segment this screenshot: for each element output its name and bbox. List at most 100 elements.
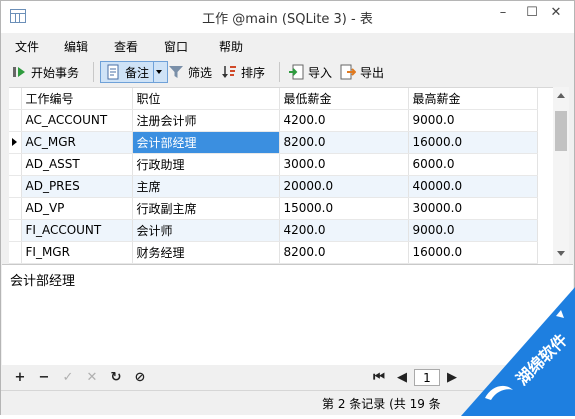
filter-button[interactable]: 筛选: [168, 61, 212, 83]
toolbar-separator: [93, 62, 94, 82]
row-indicator[interactable]: [9, 197, 22, 220]
table-cell[interactable]: 注册会计师: [132, 109, 280, 132]
table-row[interactable]: AC_ACCOUNT 注册会计师 4200.0 9000.0: [9, 109, 538, 132]
apply-changes-icon[interactable]: ✓: [60, 370, 76, 386]
scroll-up-icon[interactable]: [557, 93, 565, 98]
table-cell[interactable]: 4200.0: [279, 109, 409, 132]
export-label: 导出: [360, 65, 385, 80]
row-indicator[interactable]: [9, 153, 22, 176]
first-page-icon[interactable]: ⏮: [371, 370, 387, 386]
table-cell[interactable]: 8200.0: [279, 241, 409, 264]
app-window: 工作 @main (SQLite 3) - 表 – ☐ ✕ 文件 编辑 查看 窗…: [0, 0, 575, 416]
table-row[interactable]: AD_PRES 主席 20000.0 40000.0: [9, 175, 538, 198]
table-cell[interactable]: 9000.0: [408, 109, 538, 132]
table-cell[interactable]: AD_ASST: [21, 153, 133, 176]
table-cell[interactable]: 主席: [132, 175, 280, 198]
menu-help[interactable]: 帮助: [219, 38, 243, 55]
filter-icon: [168, 64, 184, 80]
table-cell[interactable]: 3000.0: [279, 153, 409, 176]
begin-transaction-button[interactable]: 开始事务: [11, 61, 79, 83]
page-number-input[interactable]: 1: [414, 369, 440, 386]
table-cell[interactable]: 15000.0: [279, 197, 409, 220]
export-icon: [340, 64, 357, 80]
row-indicator[interactable]: [9, 241, 22, 264]
row-indicator[interactable]: [9, 175, 22, 198]
column-header[interactable]: 职位: [132, 88, 280, 110]
table-cell[interactable]: 16000.0: [408, 241, 538, 264]
column-header[interactable]: 最高薪金: [408, 88, 538, 110]
export-button[interactable]: 导出: [340, 61, 384, 83]
status-bar: 第 2 条记录 (共 19 条: [1, 390, 574, 415]
table-cell[interactable]: 行政副主席: [132, 197, 280, 220]
menu-file[interactable]: 文件: [15, 38, 39, 55]
import-button[interactable]: 导入: [288, 61, 332, 83]
discard-changes-icon[interactable]: ✕: [84, 370, 100, 386]
stop-icon[interactable]: ⊘: [132, 370, 148, 386]
previous-page-icon[interactable]: ◀: [394, 370, 410, 386]
sort-label: 排序: [241, 65, 266, 80]
table-cell[interactable]: 4200.0: [279, 219, 409, 242]
table-header-row: 工作编号 职位 最低薪金 最高薪金: [9, 88, 538, 110]
delete-record-icon[interactable]: −: [36, 370, 52, 386]
row-indicator[interactable]: [9, 219, 22, 242]
cell-detail-text[interactable]: 会计部经理: [10, 270, 75, 289]
table-cell[interactable]: 8200.0: [279, 131, 409, 154]
sort-icon: [221, 64, 237, 80]
refresh-icon[interactable]: ↻: [108, 370, 124, 386]
table-row[interactable]: AC_MGR 会计部经理 8200.0 16000.0: [9, 131, 538, 154]
record-status-text: 第 2 条记录 (共 19 条: [322, 397, 441, 411]
import-label: 导入: [308, 65, 333, 80]
data-grid[interactable]: 工作编号 职位 最低薪金 最高薪金 AC_ACCOUNT 注册会计师 4200.…: [9, 87, 553, 264]
toolbar-separator: [279, 62, 280, 82]
table-row[interactable]: FI_ACCOUNT 会计师 4200.0 9000.0: [9, 219, 538, 242]
sort-button[interactable]: 排序: [221, 61, 265, 83]
table-row[interactable]: AD_VP 行政副主席 15000.0 30000.0: [9, 197, 538, 220]
data-table: 工作编号 职位 最低薪金 最高薪金 AC_ACCOUNT 注册会计师 4200.…: [9, 88, 538, 264]
table-cell[interactable]: 会计师: [132, 219, 280, 242]
minimize-icon[interactable]: –: [488, 2, 518, 26]
menu-window[interactable]: 窗口: [164, 38, 188, 55]
menu-bar: 文件 编辑 查看 窗口 帮助: [1, 34, 574, 56]
filter-label: 筛选: [188, 65, 213, 80]
cell-detail-panel[interactable]: 会计部经理: [2, 264, 573, 365]
table-cell[interactable]: FI_ACCOUNT: [21, 219, 133, 242]
close-icon[interactable]: ✕: [538, 2, 574, 26]
table-cell[interactable]: AC_MGR: [21, 131, 133, 154]
table-cell[interactable]: AC_ACCOUNT: [21, 109, 133, 132]
row-indicator[interactable]: [9, 109, 22, 132]
record-navigation-bar: + − ✓ ✕ ↻ ⊘ ⏮ ◀ 1 ▶: [1, 367, 574, 389]
column-header[interactable]: 工作编号: [21, 88, 133, 110]
row-indicator-header: [9, 88, 22, 110]
vertical-scrollbar[interactable]: [553, 87, 569, 263]
selected-table-cell[interactable]: 会计部经理: [132, 131, 280, 154]
table-cell[interactable]: 财务经理: [132, 241, 280, 264]
title-bar[interactable]: 工作 @main (SQLite 3) - 表 – ☐ ✕: [1, 1, 574, 33]
scroll-down-icon[interactable]: [557, 251, 565, 256]
column-header[interactable]: 最低薪金: [279, 88, 409, 110]
table-cell[interactable]: 行政助理: [132, 153, 280, 176]
table-row[interactable]: FI_MGR 财务经理 8200.0 16000.0: [9, 241, 538, 264]
table-cell[interactable]: 6000.0: [408, 153, 538, 176]
transaction-icon: [11, 64, 27, 80]
chevron-down-icon[interactable]: [153, 62, 163, 82]
current-row-arrow-icon: [12, 138, 17, 146]
table-cell[interactable]: 30000.0: [408, 197, 538, 220]
scrollbar-thumb[interactable]: [555, 111, 567, 151]
table-cell[interactable]: 40000.0: [408, 175, 538, 198]
table-cell[interactable]: AD_VP: [21, 197, 133, 220]
row-indicator[interactable]: [9, 131, 22, 154]
table-cell[interactable]: AD_PRES: [21, 175, 133, 198]
next-page-icon[interactable]: ▶: [444, 370, 460, 386]
note-label: 备注: [125, 65, 150, 80]
menu-view[interactable]: 查看: [114, 38, 138, 55]
table-row[interactable]: AD_ASST 行政助理 3000.0 6000.0: [9, 153, 538, 176]
add-record-icon[interactable]: +: [12, 370, 28, 386]
table-cell[interactable]: FI_MGR: [21, 241, 133, 264]
begin-transaction-label: 开始事务: [31, 65, 80, 80]
table-cell[interactable]: 9000.0: [408, 219, 538, 242]
import-icon: [288, 64, 304, 80]
table-cell[interactable]: 16000.0: [408, 131, 538, 154]
menu-edit[interactable]: 编辑: [64, 38, 88, 55]
note-button[interactable]: 备注: [100, 61, 169, 83]
table-cell[interactable]: 20000.0: [279, 175, 409, 198]
